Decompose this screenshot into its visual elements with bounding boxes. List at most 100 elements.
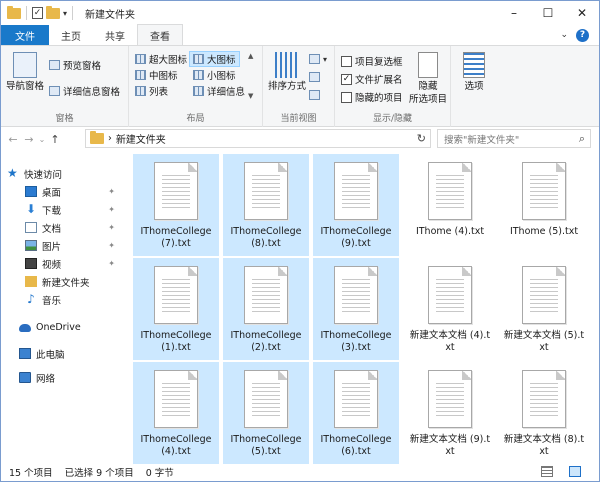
layout-small-icons[interactable]: 小图标 [193, 68, 236, 82]
file-name: 新建文本文档 (9).txt [409, 434, 491, 457]
tab-file[interactable]: 文件 [1, 25, 49, 45]
hidden-items-label: 隐藏的项目 [355, 93, 403, 104]
back-arrow-icon[interactable]: ← [5, 133, 21, 146]
nav-item-desktop[interactable]: 桌面 ✦ [25, 183, 123, 200]
file-item[interactable]: IThome (5).txt [501, 154, 587, 256]
file-item[interactable]: 新建文本文档 (4).txt [407, 258, 493, 360]
size-columns-button[interactable] [309, 90, 320, 100]
properties-icon[interactable]: ✓ [32, 7, 43, 19]
help-icon[interactable]: ? [576, 28, 589, 42]
file-item[interactable]: 新建文本文档 (5).txt [501, 258, 587, 360]
file-item[interactable]: IThomeCollege (3).txt [313, 258, 399, 360]
pin-icon[interactable]: ✦ [108, 241, 115, 250]
file-item[interactable]: IThome (4).txt [407, 154, 493, 256]
layout-medium-icons[interactable]: 中图标 [135, 68, 178, 82]
nav-item-pictures[interactable]: 图片 ✦ [25, 237, 123, 254]
hidden-items-checkbox[interactable] [341, 91, 352, 103]
scroll-up-icon[interactable]: ▲ [248, 52, 256, 60]
nav-item-music[interactable]: ♪ 音乐 [25, 291, 123, 308]
group-by-button[interactable]: ▾ [309, 54, 327, 64]
hidden-items-toggle[interactable]: 隐藏的项目 [341, 90, 403, 104]
file-item[interactable]: IThomeCollege (1).txt [133, 258, 219, 360]
search-icon[interactable]: ⌕ [579, 132, 585, 146]
nav-quick-access[interactable]: ★ 快速访问 [7, 165, 125, 182]
layout-large-icons[interactable]: 大图标 [189, 51, 240, 67]
nav-item-videos[interactable]: 视频 ✦ [25, 255, 123, 272]
nav-item-new-folder[interactable]: 新建文件夹 [25, 273, 123, 290]
nav-label: 图片 [42, 241, 62, 253]
preview-pane-button[interactable]: 预览窗格 [49, 58, 101, 72]
file-name: IThomeCollege (4).txt [140, 434, 212, 457]
text-file-icon [244, 162, 288, 220]
navigation-pane-button[interactable]: 导航窗格 [5, 52, 45, 93]
layout-gallery-scroll[interactable]: ▲ ▼ [248, 52, 256, 100]
new-folder-icon[interactable] [46, 5, 60, 19]
options-label: 选项 [464, 81, 484, 92]
file-name: IThome (5).txt [509, 226, 579, 237]
file-item[interactable]: IThomeCollege (6).txt [313, 362, 399, 464]
breadcrumb-separator[interactable]: › [108, 133, 112, 144]
large-icons-view-icon[interactable] [569, 466, 581, 477]
breadcrumb-folder[interactable]: 新建文件夹 [116, 131, 166, 146]
item-checkboxes-toggle[interactable]: 项目复选框 [341, 54, 403, 68]
group-by-icon [309, 54, 320, 64]
text-file-icon [334, 266, 378, 324]
details-pane-button[interactable]: 详细信息窗格 [49, 84, 120, 98]
refresh-icon[interactable]: ↻ [417, 132, 426, 145]
layout-option-label: 中图标 [149, 71, 178, 82]
pin-icon[interactable]: ✦ [108, 205, 115, 214]
nav-item-onedrive[interactable]: OneDrive [19, 319, 123, 336]
layout-extra-large-icons[interactable]: 超大图标 [135, 52, 187, 66]
hide-selected-button[interactable]: 隐藏 所选项目 [405, 52, 451, 106]
tab-home[interactable]: 主页 [49, 25, 93, 45]
nav-item-documents[interactable]: 文档 ✦ [25, 219, 123, 236]
customize-toolbar-chevron-icon[interactable]: ▾ [63, 9, 67, 18]
file-item[interactable]: 新建文本文档 (8).txt [501, 362, 587, 464]
minimize-button[interactable]: – [497, 1, 531, 25]
forward-arrow-icon[interactable]: → [21, 133, 37, 146]
file-name: 新建文本文档 (4).txt [409, 330, 491, 353]
separator [26, 6, 27, 20]
file-name: IThomeCollege (7).txt [140, 226, 212, 249]
tab-share[interactable]: 共享 [93, 25, 137, 45]
file-item[interactable]: IThomeCollege (8).txt [223, 154, 309, 256]
search-input[interactable]: 搜索"新建文件夹" ⌕ [437, 129, 591, 148]
extra-large-icons-icon [135, 54, 146, 64]
text-file-icon [428, 162, 472, 220]
pin-icon[interactable]: ✦ [108, 259, 115, 268]
hide-selected-label: 隐藏 所选项目 [408, 81, 447, 105]
nav-item-downloads[interactable]: ⬇ 下载 ✦ [25, 201, 123, 218]
file-extensions-toggle[interactable]: ✓ 文件扩展名 [341, 72, 403, 86]
file-item[interactable]: IThomeCollege (5).txt [223, 362, 309, 464]
pin-icon[interactable]: ✦ [108, 187, 115, 196]
up-arrow-icon[interactable]: ↑ [47, 133, 63, 146]
sort-by-icon [275, 52, 299, 78]
pin-icon[interactable]: ✦ [108, 223, 115, 232]
recent-locations-chevron-icon[interactable]: ⌄ [37, 135, 47, 144]
item-checkboxes-checkbox[interactable] [341, 55, 352, 67]
file-item[interactable]: IThomeCollege (4).txt [133, 362, 219, 464]
layout-list[interactable]: 列表 [135, 84, 168, 98]
close-button[interactable]: ✕ [565, 1, 599, 25]
nav-item-this-pc[interactable]: 此电脑 [19, 345, 123, 362]
details-view-icon[interactable] [541, 466, 553, 477]
tab-view[interactable]: 查看 [137, 24, 183, 45]
collapse-ribbon-chevron-icon[interactable]: ⌄ [560, 30, 568, 40]
sort-by-button[interactable]: 排序方式 [267, 52, 307, 93]
layout-details[interactable]: 详细信息 [193, 84, 245, 98]
file-extensions-checkbox[interactable]: ✓ [341, 73, 352, 85]
maximize-button[interactable]: ☐ [531, 1, 565, 25]
file-extensions-label: 文件扩展名 [355, 75, 403, 86]
nav-item-network[interactable]: 网络 [19, 369, 123, 386]
folder-icon [90, 131, 104, 144]
file-item[interactable]: 新建文本文档 (9).txt [407, 362, 493, 464]
address-input[interactable]: › 新建文件夹 ↻ [85, 129, 431, 148]
add-columns-button[interactable] [309, 72, 320, 82]
options-button[interactable]: 选项 [457, 52, 491, 93]
file-item[interactable]: IThomeCollege (2).txt [223, 258, 309, 360]
file-item[interactable]: IThomeCollege (7).txt [133, 154, 219, 256]
scroll-down-icon[interactable]: ▼ [248, 92, 256, 100]
title-bar: ✓ ▾ 新建文件夹 – ☐ ✕ [1, 1, 599, 25]
file-item[interactable]: IThomeCollege (9).txt [313, 154, 399, 256]
group-label-panes: 窗格 [55, 114, 74, 124]
